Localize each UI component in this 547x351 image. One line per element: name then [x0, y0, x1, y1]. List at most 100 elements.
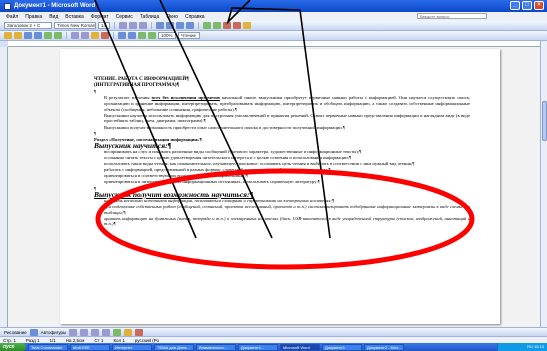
- rectangle-icon[interactable]: [91, 328, 100, 336]
- empty-paragraph: ¶: [94, 130, 97, 136]
- spelling-icon[interactable]: [54, 32, 62, 39]
- menu-view[interactable]: Вид: [49, 14, 58, 20]
- opportunity-item: находить несколько источников информации…: [104, 197, 335, 203]
- doc-heading: ЧТЕНИЕ. РАБОТА С ИНФОРМАЦИЕЙ¶: [94, 77, 189, 82]
- window-title: Документ1 - Microsoft Word: [14, 3, 96, 9]
- style-combo[interactable]: Заголовок 2 + С: [4, 22, 52, 29]
- toolbar-separator: [113, 32, 114, 39]
- p1-text: В результате изучения: [104, 95, 152, 101]
- print-preview-icon[interactable]: [44, 32, 52, 39]
- paragraph-1: В результате изучения всех без исключени…: [94, 95, 470, 112]
- bullet-item: работать с информацией, представленной в…: [104, 167, 331, 173]
- fill-color-icon[interactable]: [124, 328, 133, 336]
- line-icon[interactable]: [69, 328, 78, 336]
- arrow-icon[interactable]: [80, 328, 89, 336]
- minimize-button[interactable]: _: [510, 1, 520, 10]
- standard-toolbar: 100% Чтение: [0, 31, 547, 41]
- bullet-item: ориентироваться в литературе и других ин…: [104, 179, 320, 185]
- opportunity-item: при подготовке собственных работ (сообще…: [104, 203, 470, 215]
- doc-subheading: (ИНТЕГРАТИВНАЯ ПРОГРАММА)¶: [94, 83, 180, 89]
- reading-mode-button[interactable]: Чтение: [178, 32, 200, 39]
- save-icon[interactable]: [24, 32, 32, 39]
- bullet-list-icon[interactable]: [213, 22, 221, 29]
- vertical-ruler[interactable]: [0, 47, 8, 327]
- close-button[interactable]: ×: [534, 1, 544, 10]
- menu-format[interactable]: Формат: [91, 14, 109, 20]
- taskbar-item[interactable]: Microsoft Word: [280, 343, 320, 351]
- taskbar-item[interactable]: Total Commander: [28, 343, 68, 351]
- toolbar-separator: [151, 22, 152, 29]
- autoshapes-menu[interactable]: Автофигуры: [41, 330, 67, 335]
- taskbar-item[interactable]: Интернет: [112, 343, 152, 351]
- menu-insert[interactable]: Вставка: [65, 14, 84, 20]
- menu-bar: Файл Правка Вид Вставка Формат Сервис Та…: [0, 12, 547, 21]
- cut-icon[interactable]: [71, 32, 79, 39]
- menu-tools[interactable]: Сервис: [116, 14, 133, 20]
- start-button[interactable]: пуск: [0, 343, 26, 351]
- scrollbar-thumb[interactable]: [542, 101, 547, 141]
- maximize-button[interactable]: □: [522, 1, 532, 10]
- menu-help[interactable]: Справка: [185, 14, 205, 20]
- learn-heading: Выпускник научится:¶: [94, 140, 172, 150]
- bullet-item: ориентироваться в соответствующих возрас…: [104, 173, 248, 179]
- textbox-icon[interactable]: [113, 328, 122, 336]
- menu-edit[interactable]: Правка: [25, 14, 42, 20]
- window-controls: _ □ ×: [510, 1, 544, 10]
- opportunity-heading: Выпускник получит возможность научиться:…: [94, 189, 254, 199]
- menu-table[interactable]: Таблица: [140, 14, 160, 20]
- oval-icon[interactable]: [102, 328, 111, 336]
- italic-icon[interactable]: [129, 22, 137, 29]
- vertical-scrollbar[interactable]: [540, 41, 547, 327]
- menu-window[interactable]: Окно: [166, 14, 178, 20]
- table-icon[interactable]: [138, 32, 146, 39]
- taskbar: пуск Total Commander Мой ЕЕЕ Интернет ТЕ…: [0, 343, 547, 351]
- redo-icon[interactable]: [128, 32, 136, 39]
- taskbar-item[interactable]: Документ1: [322, 343, 362, 351]
- undo-icon[interactable]: [118, 32, 126, 39]
- line-color-icon[interactable]: [135, 328, 144, 336]
- paragraph-3: Выпускники получат возможность приобрест…: [104, 124, 345, 130]
- bullet-item: осознанно читать тексты с целью удовлетв…: [104, 155, 352, 161]
- highlight-icon[interactable]: [223, 22, 231, 29]
- word-window: Документ1 - Microsoft Word _ □ × Файл Пр…: [0, 0, 547, 351]
- menu-file[interactable]: Файл: [6, 14, 18, 20]
- title-bar: Документ1 - Microsoft Word _ □ ×: [0, 0, 547, 12]
- draw-menu[interactable]: Рисование: [4, 330, 27, 335]
- align-left-icon[interactable]: [156, 22, 164, 29]
- status-col: Кол 1: [113, 337, 125, 343]
- numbered-list-icon[interactable]: [203, 22, 211, 29]
- font-color-icon[interactable]: [233, 22, 241, 29]
- status-line: Ст 1: [94, 337, 104, 343]
- font-size-combo[interactable]: 14: [98, 22, 110, 29]
- taskbar-item[interactable]: ТЕМА для Днев...: [154, 343, 194, 351]
- taskbar-item[interactable]: Внимательно...: [196, 343, 236, 351]
- columns-icon[interactable]: [148, 32, 156, 39]
- status-section: Разд 1: [25, 337, 40, 343]
- underline-icon[interactable]: [139, 22, 147, 29]
- copy-icon[interactable]: [81, 32, 89, 39]
- print-icon[interactable]: [34, 32, 42, 39]
- paste-icon[interactable]: [91, 32, 99, 39]
- select-objects-icon[interactable]: [29, 328, 38, 336]
- status-language: русский (Ро: [134, 337, 160, 343]
- status-at: На 2,5см: [65, 337, 85, 343]
- paragraph-2: Выпускники научатся использовать информа…: [104, 112, 470, 124]
- taskbar-item[interactable]: Документ2 - Micr...: [364, 343, 404, 351]
- new-document-icon[interactable]: [4, 32, 12, 39]
- zoom-combo[interactable]: 100%: [158, 32, 176, 39]
- taskbar-item[interactable]: Мой ЕЕЕ: [70, 343, 110, 351]
- align-center-icon[interactable]: [166, 22, 174, 29]
- opportunity-item: хранить информацию на бумажных (папки, т…: [104, 215, 470, 227]
- justify-icon[interactable]: [186, 22, 194, 29]
- border-icon[interactable]: [243, 22, 251, 29]
- align-right-icon[interactable]: [176, 22, 184, 29]
- document-page[interactable]: ЧТЕНИЕ. РАБОТА С ИНФОРМАЦИЕЙ¶ (ИНТЕГРАТИ…: [60, 49, 500, 324]
- format-painter-icon[interactable]: [101, 32, 109, 39]
- taskbar-item[interactable]: Документ1...: [238, 343, 278, 351]
- language-indicator[interactable]: RU: [527, 344, 533, 349]
- bold-icon[interactable]: [119, 22, 127, 29]
- font-combo[interactable]: Times New Roman: [54, 22, 96, 29]
- drawing-toolbar: Рисование Автофигуры: [0, 327, 547, 336]
- help-question-input[interactable]: Введите вопрос: [417, 13, 487, 19]
- open-folder-icon[interactable]: [14, 32, 22, 39]
